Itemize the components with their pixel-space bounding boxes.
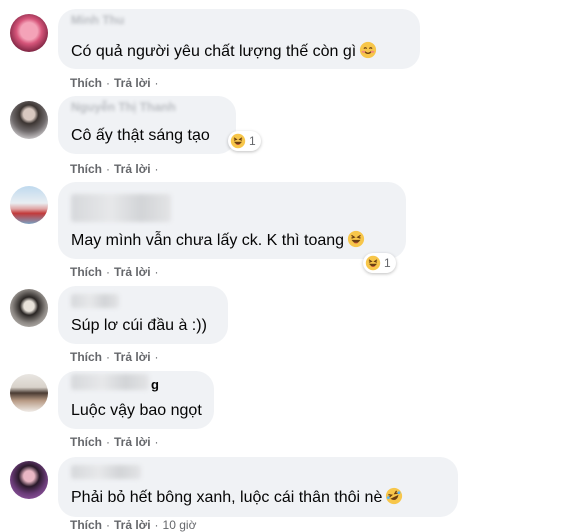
comment-text-body: May mình vẫn chưa lấy ck. K thì toang [71, 232, 345, 249]
comment-bubble: Súp lơ cúi đầu à :)) [58, 286, 228, 344]
like-button[interactable]: Thích [70, 265, 102, 279]
reaction-badge[interactable]: 1 [363, 253, 396, 273]
avatar[interactable] [10, 374, 48, 412]
reply-button[interactable]: Trả lời [114, 265, 151, 279]
comment-text: Cô ấy thật sáng tạo [71, 127, 210, 144]
commenter-name[interactable]: g [151, 377, 159, 392]
commenter-name-blurred [71, 294, 119, 308]
comment-text: Có quả người yêu chất lượng thế còn gì [71, 41, 377, 62]
reply-button[interactable]: Trả lời [114, 76, 151, 90]
like-button[interactable]: Thích [70, 435, 102, 449]
rolling-laughing-icon [386, 487, 403, 505]
laughing-face-icon [230, 133, 246, 149]
comment-actions: Thích · Trả lời · 10 giờ [70, 518, 196, 532]
comment-text: Phải bỏ hết bông xanh, luộc cái thân thô… [71, 487, 403, 508]
like-button[interactable]: Thích [70, 162, 102, 176]
commenter-name-blurred [71, 194, 171, 222]
commenter-name[interactable]: Nguyễn Thị Thanh [71, 100, 176, 115]
reply-button[interactable]: Trả lời [114, 435, 151, 449]
separator-dot: · [106, 162, 110, 176]
separator-dot: · [154, 350, 159, 364]
comment-bubble: May mình vẫn chưa lấy ck. K thì toang [58, 182, 406, 259]
like-button[interactable]: Thích [70, 76, 102, 90]
separator-dot: · [106, 518, 110, 532]
laughing-face-icon [347, 230, 365, 248]
commenter-name-blurred [71, 465, 141, 479]
reply-button[interactable]: Trả lời [114, 518, 151, 532]
separator-dot: · [154, 518, 159, 532]
comment-text-body: Phải bỏ hết bông xanh, luộc cái thân thô… [71, 489, 383, 506]
reaction-count: 1 [384, 256, 391, 270]
comment-bubble: g Luộc vậy bao ngọt [58, 371, 214, 429]
comment-text-body: Có quả người yêu chất lượng thế còn gì [71, 43, 357, 60]
commenter-name[interactable]: Minh Thu [71, 13, 124, 28]
comment-actions: Thích · Trả lời · [70, 162, 163, 176]
separator-dot: · [154, 265, 159, 279]
separator-dot: · [106, 76, 110, 90]
separator-dot: · [106, 350, 110, 364]
separator-dot: · [154, 435, 159, 449]
comment-actions: Thích · Trả lời · [70, 265, 163, 279]
separator-dot: · [154, 162, 159, 176]
comment-actions: Thích · Trả lời · [70, 350, 163, 364]
reaction-badge[interactable]: 1 [228, 131, 261, 151]
comment-text: Luộc vậy bao ngọt [71, 402, 202, 419]
separator-dot: · [154, 76, 159, 90]
separator-dot: · [106, 265, 110, 279]
comment-bubble: Minh Thu Có quả người yêu chất lượng thế… [58, 9, 420, 69]
comment-time[interactable]: 10 giờ [163, 518, 197, 532]
comment-text: May mình vẫn chưa lấy ck. K thì toang [71, 230, 365, 251]
reaction-count: 1 [249, 134, 256, 148]
reply-button[interactable]: Trả lời [114, 162, 151, 176]
like-button[interactable]: Thích [70, 350, 102, 364]
avatar[interactable] [10, 186, 48, 224]
reply-button[interactable]: Trả lời [114, 350, 151, 364]
comment-bubble: Phải bỏ hết bông xanh, luộc cái thân thô… [58, 457, 458, 517]
avatar[interactable] [10, 461, 48, 499]
comment-bubble: Nguyễn Thị Thanh Cô ấy thật sáng tạo [58, 96, 236, 154]
commenter-name-blurred [71, 374, 149, 390]
comment-actions: Thích · Trả lời · [70, 76, 163, 90]
smiling-face-icon [360, 41, 377, 59]
comment-actions: Thích · Trả lời · [70, 435, 163, 449]
comment-text: Súp lơ cúi đầu à :)) [71, 317, 207, 334]
laughing-face-icon [365, 255, 381, 271]
avatar[interactable] [10, 289, 48, 327]
separator-dot: · [106, 435, 110, 449]
like-button[interactable]: Thích [70, 518, 102, 532]
avatar[interactable] [10, 14, 48, 52]
avatar[interactable] [10, 101, 48, 139]
